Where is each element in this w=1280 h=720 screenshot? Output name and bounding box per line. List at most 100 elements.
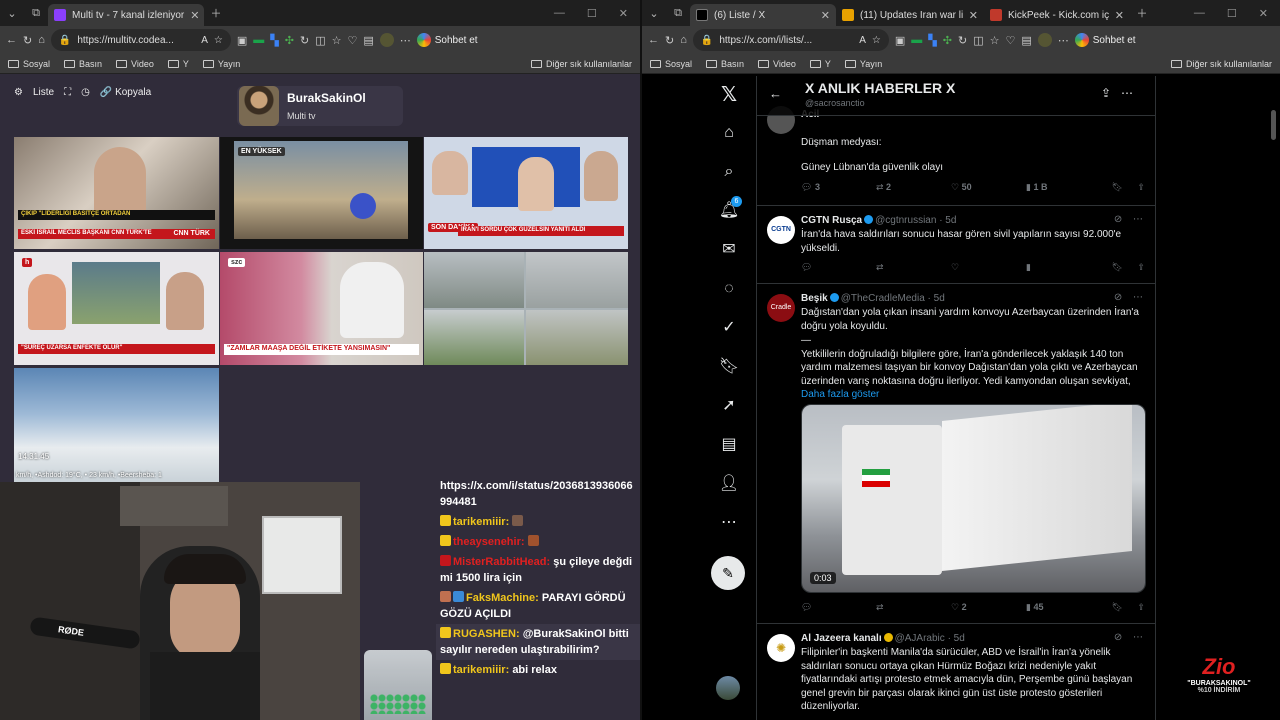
home-icon[interactable]: ⌂	[718, 122, 740, 144]
bookmark-folder[interactable]: Yayın	[202, 59, 240, 69]
tab-list-icon[interactable]: ⌄	[0, 7, 24, 20]
profile-avatar[interactable]	[379, 33, 394, 47]
read-aloud-icon[interactable]: A	[201, 35, 208, 46]
other-bookmarks[interactable]: Diğer sık kullanılanlar	[530, 59, 632, 69]
tab-multitv[interactable]: Multi tv - 7 kanal izleniyor ✕	[48, 4, 204, 26]
bookmark-folder[interactable]: Y	[809, 59, 831, 69]
copilot-chat-button[interactable]: Sohbet et	[1074, 33, 1136, 47]
close-tab-icon[interactable]: ✕	[969, 9, 978, 22]
settings-gear-icon[interactable]: ⚙	[14, 87, 23, 98]
tv-tile-news[interactable]: SON DAKİKA İRAN'I SORDU ÇOK GÜZELSİN YAN…	[424, 137, 628, 249]
chat-username[interactable]: theaysenehir:	[453, 536, 525, 548]
split-screen-icon[interactable]: ◫	[973, 34, 983, 47]
views-button[interactable]: ▮	[1026, 262, 1101, 273]
collections-icon[interactable]: ▤	[363, 34, 373, 47]
close-tab-icon[interactable]: ✕	[821, 9, 830, 22]
bookmarks-icon[interactable]: 🔖︎	[718, 356, 740, 378]
lists-icon[interactable]: ▤	[718, 434, 740, 456]
profile-person-icon[interactable]: 👤︎	[718, 473, 740, 495]
list-button[interactable]: Liste	[33, 87, 54, 98]
bookmark-folder[interactable]: Yayın	[844, 59, 882, 69]
back-arrow-icon[interactable]: ←	[769, 86, 782, 101]
new-tab-icon[interactable]: ＋	[204, 5, 228, 21]
account-avatar[interactable]	[716, 676, 740, 700]
share-icon[interactable]: ⇪	[1123, 262, 1145, 273]
like-button[interactable]: ♡ 2	[951, 602, 1026, 613]
back-icon[interactable]: ←	[648, 34, 659, 46]
bookmark-folder[interactable]: Basın	[64, 59, 102, 69]
bookmark-folder[interactable]: Sosyal	[8, 59, 50, 69]
more-icon[interactable]: ⋯	[1058, 34, 1069, 47]
like-button[interactable]: ♡ 50	[951, 182, 1026, 193]
new-tab-icon[interactable]: ＋	[1130, 5, 1154, 21]
url-field[interactable]: 🔒 https://x.com/i/lists/... A ☆	[692, 29, 889, 51]
home-icon[interactable]: ⌂	[38, 34, 45, 46]
fullscreen-icon[interactable]: ⛶	[64, 87, 71, 98]
tweet[interactable]: CGTN CGTN Rusça @cgtnrussian · 5d ⊘ ⋯ İra…	[757, 206, 1155, 284]
more-icon[interactable]: ⋯	[400, 34, 411, 47]
tweet-author[interactable]: CGTN Rusça @cgtnrussian · 5d	[801, 215, 956, 226]
premium-rocket-icon[interactable]: ➚	[718, 395, 740, 417]
extension-icon[interactable]: ▣	[237, 34, 247, 47]
bookmark-icon[interactable]: 🔖︎	[1101, 182, 1123, 193]
refresh-icon[interactable]: ↻	[665, 34, 674, 47]
tweet-video[interactable]: 0:03	[801, 404, 1146, 593]
history-icon[interactable]: ◷	[81, 87, 90, 98]
extension-icon[interactable]: ↻	[958, 34, 967, 47]
x-logo-icon[interactable]: 𝕏	[718, 84, 740, 106]
chat-username[interactable]: RUGASHEN:	[453, 628, 520, 640]
channel-card[interactable]: BurakSakinOl Multi tv	[237, 86, 403, 126]
views-button[interactable]: ▮ 1 B	[1026, 182, 1101, 193]
maximize-icon[interactable]: ☐	[1227, 7, 1237, 20]
refresh-icon[interactable]: ↻	[23, 34, 32, 47]
bookmark-folder[interactable]: Video	[116, 59, 154, 69]
url-field[interactable]: 🔒 https://multitv.codea... A ☆	[50, 29, 231, 51]
tab-x-list[interactable]: (6) Liste / X ✕	[690, 4, 836, 26]
tweet-more-icon[interactable]: ⊘ ⋯	[1114, 214, 1147, 225]
list-owner-handle[interactable]: @sacrosanctio	[805, 98, 865, 108]
cradle-avatar[interactable]: Cradle	[767, 294, 795, 322]
reply-button[interactable]: 💬︎	[801, 262, 876, 273]
bookmark-icon[interactable]: 🔖︎	[1101, 262, 1123, 273]
bookmark-folder[interactable]: Y	[167, 59, 189, 69]
tv-tile-cnn-turk[interactable]: ÇIKIP "LİDERLİĞİ BASİTÇE ORTADAN ESKİ İS…	[14, 137, 219, 249]
tweet-author[interactable]: Beşik @TheCradleMedia · 5d	[801, 293, 945, 304]
tv-tile-market[interactable]: EN YÜKSEK	[220, 137, 423, 249]
notifications-bell-icon[interactable]: 🔔︎ 6	[718, 196, 742, 222]
bookmark-folder[interactable]: Sosyal	[650, 59, 692, 69]
profile-avatar[interactable]	[1037, 33, 1052, 47]
bookmark-folder[interactable]: Basın	[706, 59, 744, 69]
views-button[interactable]: ▮ 45	[1026, 602, 1101, 613]
tweet[interactable]: Acil Düşman medyası: Güney Lübnan'da güv…	[757, 106, 1155, 206]
workspaces-icon[interactable]: ⧉	[666, 7, 690, 20]
bookmark-folder[interactable]: Video	[758, 59, 796, 69]
extension-icon[interactable]: ✣	[285, 34, 294, 47]
reply-button[interactable]: 💬︎ 3	[801, 182, 876, 193]
tv-tile-weather-cam[interactable]: 14:31:45 km/h, •Ashdod: 19°C, • 23 km/h,…	[14, 368, 219, 482]
explore-search-icon[interactable]: ⌕	[718, 161, 740, 183]
chat-username[interactable]: FaksMachine:	[466, 592, 539, 604]
tv-tile-city-cams[interactable]	[424, 252, 628, 365]
tv-tile-sozcu[interactable]: szc "ZAMLAR MAAŞA DEĞİL ETİKETE YANSIMAS…	[220, 252, 423, 365]
copilot-chat-button[interactable]: Sohbet et	[416, 33, 478, 47]
favorite-star-icon[interactable]: ☆	[214, 35, 223, 46]
share-icon[interactable]: ⇪	[1123, 602, 1145, 613]
home-icon[interactable]: ⌂	[680, 34, 687, 46]
copy-link-button[interactable]: 🔗 Kopyala	[100, 87, 151, 98]
extension-icon[interactable]: ↻	[300, 34, 309, 47]
split-screen-icon[interactable]: ◫	[315, 34, 325, 47]
tweet-more-icon[interactable]: ⊘ ⋯	[1114, 292, 1147, 303]
share-more-icons[interactable]: ⇪⋯	[1101, 86, 1143, 100]
extension-icon[interactable]: ▚	[928, 34, 936, 47]
tweet-more-icon[interactable]: ⊘ ⋯	[1114, 632, 1147, 643]
cgtn-avatar[interactable]: CGTN	[767, 216, 795, 244]
read-aloud-icon[interactable]: A	[859, 35, 866, 46]
favorites-icon[interactable]: ☆	[332, 34, 342, 47]
close-tab-icon[interactable]: ✕	[1115, 9, 1124, 22]
collections-icon[interactable]: ▤	[1021, 34, 1031, 47]
maximize-icon[interactable]: ☐	[587, 7, 597, 20]
extension-icon[interactable]: ▚	[270, 34, 278, 47]
chat-username[interactable]: tarikemiiir:	[453, 516, 509, 528]
scrollbar-thumb[interactable]	[1271, 110, 1276, 140]
other-bookmarks[interactable]: Diğer sık kullanılanlar	[1170, 59, 1272, 69]
